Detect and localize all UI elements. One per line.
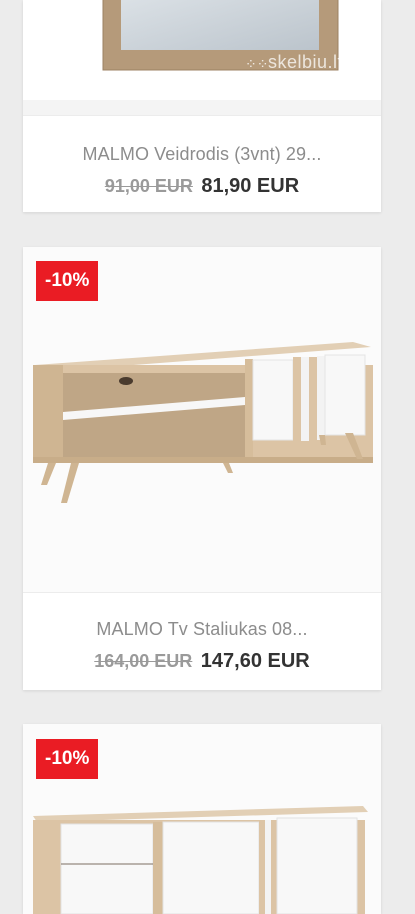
- old-price: 91,00 EUR: [104, 176, 193, 196]
- product-card[interactable]: -10% MALMO Tv Staliukas 08... 164,00 EUR…: [23, 247, 381, 690]
- product-info: MALMO Veidrodis (3vnt) 29... 91,00 EUR 8…: [23, 115, 381, 211]
- product-title[interactable]: MALMO Tv Staliukas 08...: [23, 619, 381, 640]
- price-row: 164,00 EUR 147,60 EUR: [23, 650, 381, 673]
- product-card[interactable]: skelbiu.lt ⁘⁘ MALMO Veidrodis (3vnt) 29.…: [23, 0, 381, 212]
- product-info: MALMO Tv Staliukas 08... 164,00 EUR 147,…: [23, 592, 381, 690]
- discount-badge: -10%: [36, 739, 99, 779]
- new-price: 147,60 EUR: [200, 650, 310, 672]
- old-price: 164,00 EUR: [94, 651, 193, 671]
- product-image[interactable]: -10%: [23, 247, 381, 592]
- new-price: 81,90 EUR: [201, 175, 300, 197]
- product-image[interactable]: -10%: [23, 724, 381, 914]
- watermark-icon: ⁘⁘: [245, 56, 269, 72]
- product-title[interactable]: MALMO Veidrodis (3vnt) 29...: [23, 144, 381, 165]
- price-row: 91,00 EUR 81,90 EUR: [23, 175, 381, 198]
- watermark-text: skelbiu.lt: [268, 52, 344, 72]
- product-image[interactable]: skelbiu.lt ⁘⁘: [23, 0, 381, 115]
- product-card[interactable]: -10%: [23, 724, 381, 914]
- discount-badge: -10%: [36, 261, 99, 301]
